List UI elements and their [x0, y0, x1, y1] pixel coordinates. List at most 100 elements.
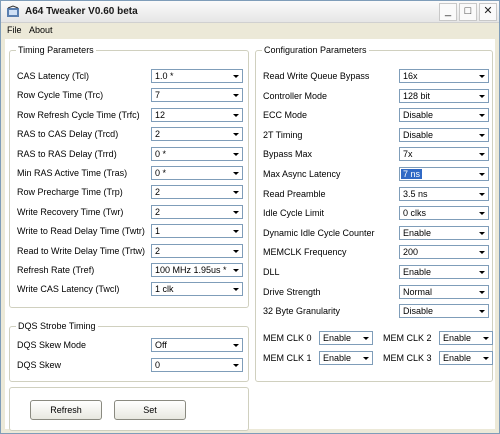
setting-row-read-write-queue-bypass: Read Write Queue Bypass 16x	[263, 69, 491, 83]
chevron-down-icon[interactable]	[476, 70, 488, 82]
setting-row-mem-clk-0: MEM CLK 0 Enable	[263, 331, 375, 345]
row-refresh-cycle-time-trfc-dropdown[interactable]: 12	[151, 107, 243, 122]
min-ras-active-time-tras-dropdown[interactable]: 0 *	[151, 166, 243, 180]
chevron-down-icon[interactable]	[230, 128, 242, 141]
read-to-write-delay-time-trtw-dropdown[interactable]: 2	[151, 243, 243, 258]
read-write-queue-bypass-dropdown[interactable]: 16x	[399, 69, 489, 83]
chevron-down-icon[interactable]	[360, 352, 372, 364]
chevron-down-icon[interactable]	[230, 108, 242, 121]
refresh-button[interactable]: Refresh	[30, 400, 102, 420]
title-bar[interactable]: A64 Tweaker V0.60 beta _ □ ✕	[1, 1, 499, 23]
idle-cycle-limit-dropdown[interactable]: 0 clks	[399, 206, 489, 221]
menu-file[interactable]: File	[7, 25, 22, 35]
ecc-mode-dropdown[interactable]: Disable	[399, 108, 489, 123]
dropdown-value: Enable	[403, 267, 432, 277]
setting-label: RAS to CAS Delay (Trcd)	[17, 129, 119, 140]
chevron-down-icon[interactable]	[230, 186, 242, 199]
chevron-down-icon[interactable]	[230, 283, 242, 296]
dropdown-value: 3.5 ns	[403, 188, 428, 199]
maximize-button[interactable]: □	[459, 3, 477, 21]
write-cas-latency-twcl-dropdown[interactable]: 1 clk	[151, 282, 243, 297]
chevron-down-icon[interactable]	[476, 285, 488, 298]
chevron-down-icon[interactable]	[230, 89, 242, 102]
row-cycle-time-trc-dropdown[interactable]: 7	[151, 88, 243, 103]
memclk-frequency-dropdown[interactable]: 200	[399, 245, 489, 260]
chevron-down-icon[interactable]	[476, 266, 488, 278]
setting-row-mem-clk-2: MEM CLK 2 Enable	[383, 331, 495, 345]
chevron-down-icon[interactable]	[476, 148, 488, 161]
chevron-down-icon[interactable]	[230, 339, 242, 351]
chevron-down-icon[interactable]	[476, 305, 488, 318]
chevron-down-icon[interactable]	[476, 89, 488, 102]
setting-label: Dynamic Idle Cycle Counter	[263, 227, 375, 238]
write-to-read-delay-time-twtr-dropdown[interactable]: 1	[151, 224, 243, 239]
minimize-button[interactable]: _	[439, 3, 457, 21]
chevron-down-icon[interactable]	[360, 332, 372, 344]
chevron-down-icon[interactable]	[230, 147, 242, 160]
mem-clk-1-dropdown[interactable]: Enable	[319, 351, 373, 365]
chevron-down-icon[interactable]	[480, 352, 492, 364]
controller-mode-dropdown[interactable]: 128 bit	[399, 88, 489, 103]
chevron-down-icon[interactable]	[476, 109, 488, 122]
chevron-down-icon[interactable]	[230, 225, 242, 238]
setting-label: Write to Read Delay Time (Twtr)	[17, 226, 145, 237]
dqs-group-title: DQS Strobe Timing	[16, 321, 98, 331]
chevron-down-icon[interactable]	[230, 359, 242, 371]
max-async-latency-dropdown[interactable]: 7 ns	[399, 167, 489, 181]
setting-label: CAS Latency (Tcl)	[17, 71, 90, 81]
setting-row-row-refresh-cycle-time-trfc: Row Refresh Cycle Time (Trfc) 12	[17, 107, 245, 122]
chevron-down-icon[interactable]	[480, 332, 492, 344]
mem-clk-2-dropdown[interactable]: Enable	[439, 331, 493, 345]
dropdown-value: 12	[155, 109, 166, 120]
dll-dropdown[interactable]: Enable	[399, 265, 489, 279]
dropdown-value: 2	[155, 187, 161, 198]
dropdown-value: 7	[155, 90, 161, 101]
set-button[interactable]: Set	[114, 400, 186, 420]
ras-to-cas-delay-trcd-dropdown[interactable]: 2	[151, 127, 243, 142]
mem-clk-3-dropdown[interactable]: Enable	[439, 351, 493, 365]
setting-row-32-byte-granularity: 32 Byte Granularity Disable	[263, 304, 491, 319]
chevron-down-icon[interactable]	[476, 246, 488, 259]
setting-row-row-precharge-time-trp: Row Precharge Time (Trp) 2	[17, 185, 245, 200]
chevron-down-icon[interactable]	[476, 187, 488, 200]
app-window: A64 Tweaker V0.60 beta _ □ ✕ File About …	[0, 0, 500, 434]
setting-label: MEM CLK 0	[263, 333, 312, 343]
setting-row-controller-mode: Controller Mode 128 bit	[263, 88, 491, 103]
dropdown-value: Disable	[403, 129, 434, 140]
read-preamble-dropdown[interactable]: 3.5 ns	[399, 186, 489, 201]
dropdown-value: 16x	[403, 71, 418, 81]
setting-label: MEMCLK Frequency	[263, 247, 347, 258]
main-panel: Timing Parameters CAS Latency (Tcl) 1.0 *…	[5, 39, 495, 431]
dqs-skew-dropdown[interactable]: 0	[151, 358, 243, 372]
write-recovery-time-twr-dropdown[interactable]: 2	[151, 204, 243, 219]
setting-label: Row Precharge Time (Trp)	[17, 187, 123, 198]
row-precharge-time-trp-dropdown[interactable]: 2	[151, 185, 243, 200]
dqs-skew-mode-dropdown[interactable]: Off	[151, 338, 243, 352]
menu-about[interactable]: About	[29, 25, 53, 35]
32-byte-granularity-dropdown[interactable]: Disable	[399, 304, 489, 319]
chevron-down-icon[interactable]	[476, 226, 488, 239]
setting-row-idle-cycle-limit: Idle Cycle Limit 0 clks	[263, 206, 491, 221]
chevron-down-icon[interactable]	[476, 128, 488, 141]
dynamic-idle-cycle-counter-dropdown[interactable]: Enable	[399, 225, 489, 240]
bypass-max-dropdown[interactable]: 7x	[399, 147, 489, 162]
chevron-down-icon[interactable]	[230, 167, 242, 179]
ras-to-ras-delay-trrd-dropdown[interactable]: 0 *	[151, 146, 243, 161]
chevron-down-icon[interactable]	[230, 264, 242, 276]
mem-clk-0-dropdown[interactable]: Enable	[319, 331, 373, 345]
setting-label: Write Recovery Time (Twr)	[17, 206, 124, 217]
setting-label: Read to Write Delay Time (Trtw)	[17, 245, 146, 256]
cas-latency-tcl-dropdown[interactable]: 1.0 *	[151, 69, 243, 83]
setting-row-ras-to-ras-delay-trrd: RAS to RAS Delay (Trrd) 0 *	[17, 146, 245, 161]
2t-timing-dropdown[interactable]: Disable	[399, 127, 489, 142]
window-title: A64 Tweaker V0.60 beta	[25, 6, 138, 17]
drive-strength-dropdown[interactable]: Normal	[399, 284, 489, 299]
chevron-down-icon[interactable]	[230, 70, 242, 82]
chevron-down-icon[interactable]	[230, 244, 242, 257]
close-button[interactable]: ✕	[479, 3, 497, 21]
setting-label: Write CAS Latency (Twcl)	[17, 284, 120, 295]
chevron-down-icon[interactable]	[230, 205, 242, 218]
refresh-rate-tref-dropdown[interactable]: 100 MHz 1.95us *	[151, 263, 243, 277]
chevron-down-icon[interactable]	[476, 168, 488, 180]
chevron-down-icon[interactable]	[476, 207, 488, 220]
